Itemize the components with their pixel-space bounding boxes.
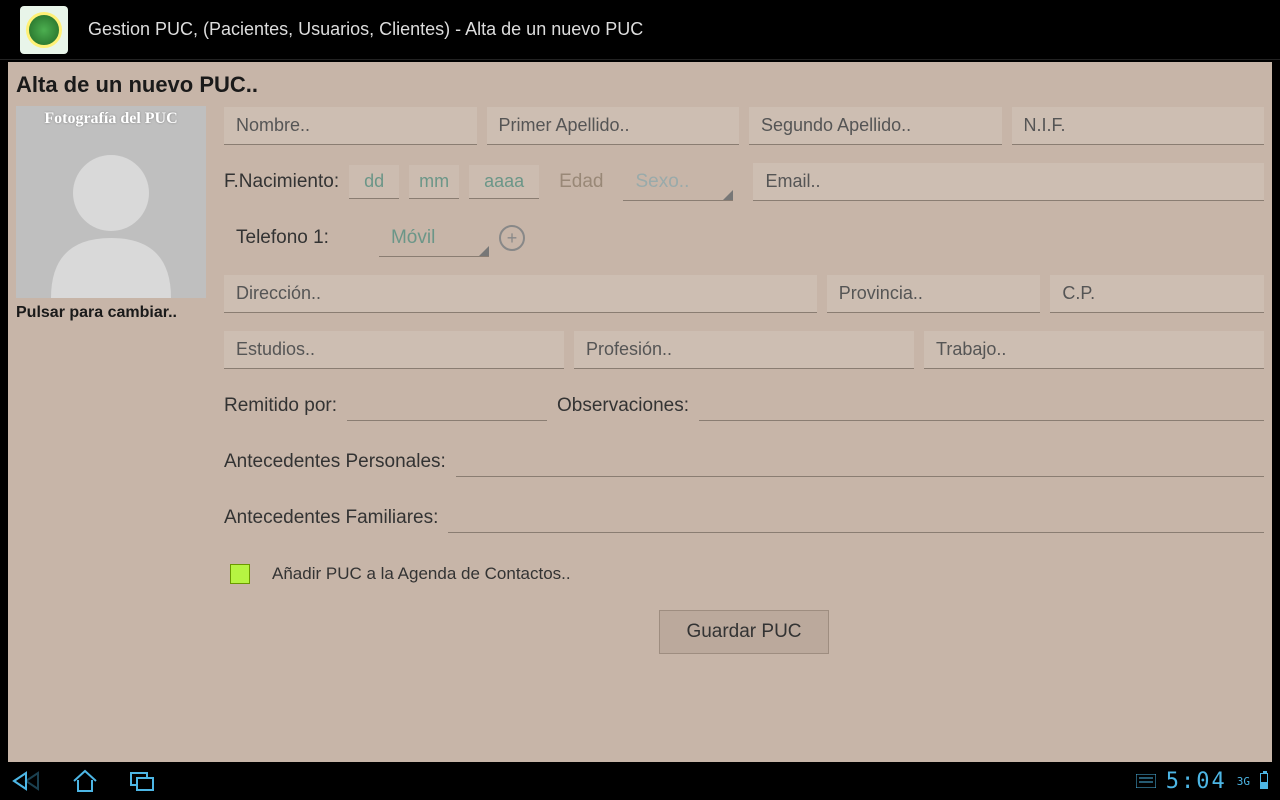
cp-field[interactable]: C.P.: [1050, 275, 1264, 313]
remitido-label: Remitido por:: [224, 395, 337, 417]
recent-apps-icon[interactable]: [128, 770, 158, 792]
month-field[interactable]: mm: [409, 165, 459, 199]
keyboard-icon: [1136, 774, 1156, 788]
edad-label: Edad: [549, 171, 613, 193]
dropdown-icon: [723, 190, 733, 200]
observaciones-label: Observaciones:: [557, 395, 689, 417]
nombre-field[interactable]: Nombre..: [224, 107, 477, 145]
dropdown-icon: [479, 246, 489, 256]
person-silhouette-icon: [41, 138, 181, 298]
telefono-label: Telefono 1:: [224, 227, 329, 249]
system-navbar: 5:04 3G: [0, 762, 1280, 800]
app-icon-inner: [26, 12, 62, 48]
battery-icon: [1260, 773, 1268, 789]
photo-label: Fotografía del PUC: [16, 110, 206, 128]
trabajo-field[interactable]: Trabajo..: [924, 331, 1264, 369]
agenda-checkbox-label: Añadir PUC a la Agenda de Contactos..: [272, 564, 571, 584]
primer-apellido-field[interactable]: Primer Apellido..: [487, 107, 740, 145]
photo-column: Fotografía del PUC Pulsar para cambiar..: [16, 106, 206, 670]
add-phone-icon[interactable]: +: [499, 225, 525, 251]
observaciones-field[interactable]: [699, 391, 1264, 421]
direccion-field[interactable]: Dirección..: [224, 275, 817, 313]
photo-placeholder[interactable]: Fotografía del PUC: [16, 106, 206, 298]
telefono-type-spinner[interactable]: Móvil: [379, 219, 489, 257]
sexo-spinner[interactable]: Sexo..: [623, 163, 733, 201]
telefono-type-label: Móvil: [391, 227, 435, 249]
day-field[interactable]: dd: [349, 165, 399, 199]
antecedentes-personales-field[interactable]: [456, 447, 1264, 477]
antecedentes-familiares-field[interactable]: [448, 503, 1264, 533]
antecedentes-familiares-label: Antecedentes Familiares:: [224, 507, 438, 529]
year-field[interactable]: aaaa: [469, 165, 539, 199]
guardar-button[interactable]: Guardar PUC: [659, 610, 828, 654]
email-field[interactable]: Email..: [753, 163, 1264, 201]
nav-left: [12, 769, 158, 793]
clock: 5:04: [1166, 769, 1227, 794]
home-icon[interactable]: [70, 769, 100, 793]
back-icon[interactable]: [12, 771, 42, 791]
action-bar: Gestion PUC, (Pacientes, Usuarios, Clien…: [0, 0, 1280, 60]
estudios-field[interactable]: Estudios..: [224, 331, 564, 369]
actionbar-title: Gestion PUC, (Pacientes, Usuarios, Clien…: [88, 19, 643, 40]
form-area: Fotografía del PUC Pulsar para cambiar..…: [16, 106, 1264, 670]
nif-field[interactable]: N.I.F.: [1012, 107, 1265, 145]
content-area: Alta de un nuevo PUC.. Fotografía del PU…: [8, 62, 1272, 762]
network-label: 3G: [1237, 775, 1250, 788]
profesion-field[interactable]: Profesión..: [574, 331, 914, 369]
app-icon: [20, 6, 68, 54]
segundo-apellido-field[interactable]: Segundo Apellido..: [749, 107, 1002, 145]
status-right: 5:04 3G: [1136, 769, 1268, 794]
remitido-field[interactable]: [347, 391, 547, 421]
agenda-checkbox[interactable]: [230, 564, 250, 584]
provincia-field[interactable]: Provincia..: [827, 275, 1041, 313]
fnacimiento-label: F.Nacimiento:: [224, 171, 339, 193]
page-title: Alta de un nuevo PUC..: [16, 72, 1264, 98]
antecedentes-personales-label: Antecedentes Personales:: [224, 451, 446, 473]
sexo-spinner-label: Sexo..: [635, 171, 689, 193]
fields-column: Nombre.. Primer Apellido.. Segundo Apell…: [224, 106, 1264, 670]
photo-caption: Pulsar para cambiar..: [16, 304, 206, 322]
